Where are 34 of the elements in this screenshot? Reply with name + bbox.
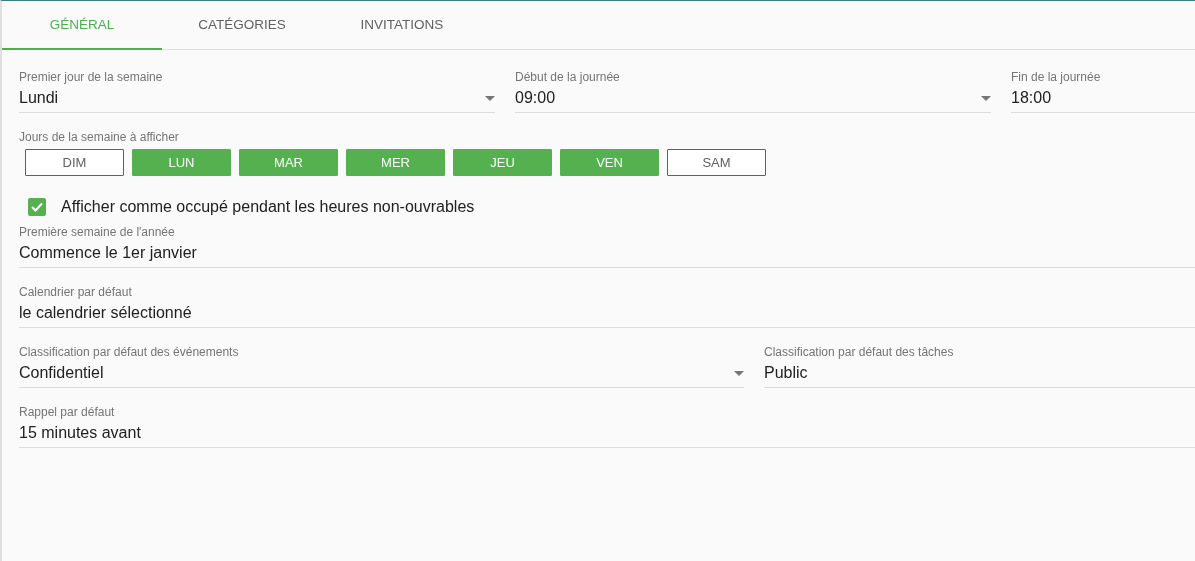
day-toggle[interactable]: DIM: [25, 149, 124, 176]
input-field[interactable]: Fin de la journée 18:00: [1011, 70, 1195, 113]
input-field[interactable]: Calendrier par défaut le calendrier sélectionné: [19, 285, 1195, 328]
field-value: le calendrier sélectionné: [19, 304, 193, 322]
dropdown-field[interactable]: Classification par défaut des événements Confidentiel: [19, 345, 744, 388]
dropdown-field[interactable]: Début de la journée 09:00: [515, 70, 991, 113]
field-label: Début de la journée: [515, 70, 620, 84]
field-label: Fin de la journée: [1011, 70, 1101, 84]
field-label: Calendrier par défaut: [19, 285, 132, 299]
field-value: Lundi: [19, 89, 60, 107]
dropdown-field[interactable]: Premier jour de la semaine Lundi: [19, 70, 495, 113]
field-value: 09:00: [515, 89, 557, 107]
field-label: Classification par défaut des événements: [19, 345, 239, 359]
field-value: Public: [764, 364, 809, 382]
field-value: Commence le 1er janvier: [19, 244, 198, 262]
field-label: Classification par défaut des tâches: [764, 345, 954, 359]
caret-icon: [485, 95, 495, 101]
input-field[interactable]: Classification par défaut des tâches Public: [764, 345, 1195, 388]
field-label: Jours de la semaine à afficher: [19, 130, 179, 144]
caret-icon: [734, 370, 744, 376]
input-field[interactable]: Première semaine de l'année Commence le 1er janvier: [19, 225, 1195, 268]
caret-icon: [981, 95, 991, 101]
field-label: Première semaine de l'année: [19, 225, 175, 239]
tab[interactable]: CATÉGORIES: [162, 1, 322, 50]
checkbox[interactable]: [28, 198, 46, 216]
field-label: Rappel par défaut: [19, 405, 115, 419]
field-value: 15 minutes avant: [19, 424, 142, 442]
field-label: Premier jour de la semaine: [19, 70, 163, 84]
checkbox-label: Afficher comme occupé pendant les heures non-ouvrables: [61, 198, 475, 216]
input-field[interactable]: Rappel par défaut 15 minutes avant: [19, 405, 1195, 448]
field-value: Confidentiel: [19, 364, 105, 382]
tab[interactable]: INVITATIONS: [322, 1, 482, 50]
field-value: 18:00: [1011, 89, 1053, 107]
day-toggle[interactable]: SAM: [667, 149, 766, 176]
